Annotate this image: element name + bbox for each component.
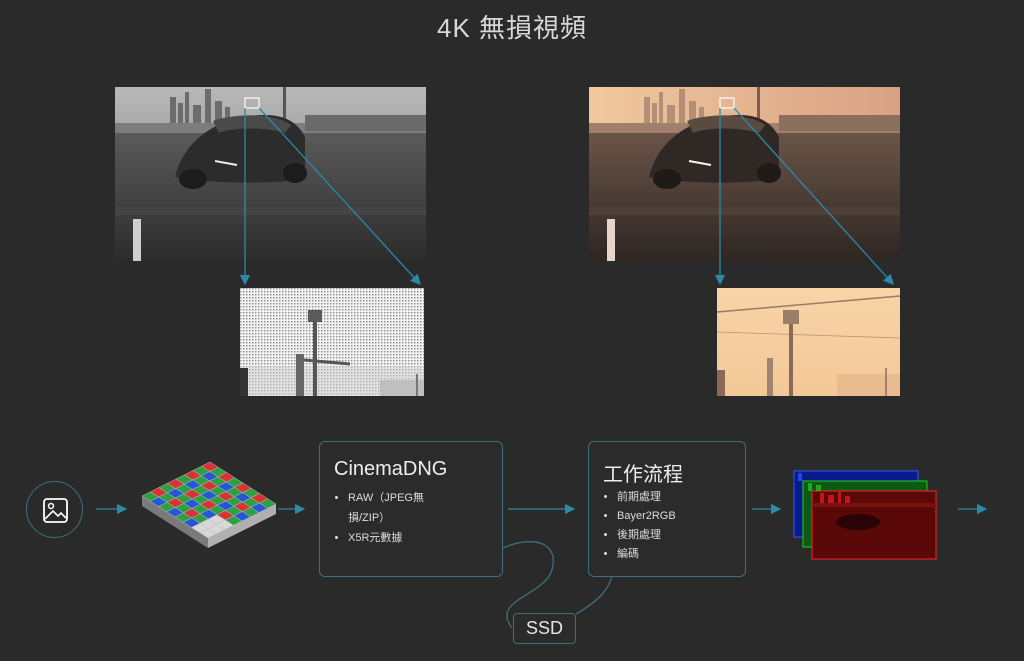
zoom-line-left-b — [258, 107, 421, 285]
ssd-link-right — [575, 575, 613, 615]
cinemadng-item: RAW（JPEG無損/ZIP） — [348, 488, 438, 528]
workflow-title: 工作流程 — [603, 464, 683, 486]
ssd-box: SSD — [513, 613, 576, 644]
workflow-item: 前期處理 — [617, 488, 676, 507]
workflow-item: Bayer2RGB — [617, 507, 676, 526]
cinemadng-title: CinemaDNG — [334, 458, 448, 480]
cinemadng-list: RAW（JPEG無損/ZIP） X5R元數據 — [332, 488, 438, 548]
zoom-region-box-left — [244, 97, 260, 109]
workflow-item: 後期處理 — [617, 526, 676, 545]
zoom-line-right-b — [733, 107, 894, 285]
diagram-canvas: 4K 無損視頻 CinemaDNG • RAW（JPEG無損/ZIP） • X5… — [0, 0, 1024, 661]
bayer-sensor-icon — [141, 461, 277, 548]
cinemadng-item: X5R元數據 — [348, 528, 438, 548]
zoom-region-box-right — [719, 97, 735, 109]
workflow-card: 工作流程 前期處理 Bayer2RGB 後期處理 編碼 — [588, 441, 746, 577]
rgb-channel-stack-icon — [793, 470, 937, 560]
image-icon — [26, 481, 83, 538]
workflow-list: 前期處理 Bayer2RGB 後期處理 編碼 — [601, 488, 676, 564]
cinemadng-card: CinemaDNG RAW（JPEG無損/ZIP） X5R元數據 — [319, 441, 503, 577]
workflow-item: 編碼 — [617, 545, 676, 564]
connector-layer — [96, 97, 988, 629]
